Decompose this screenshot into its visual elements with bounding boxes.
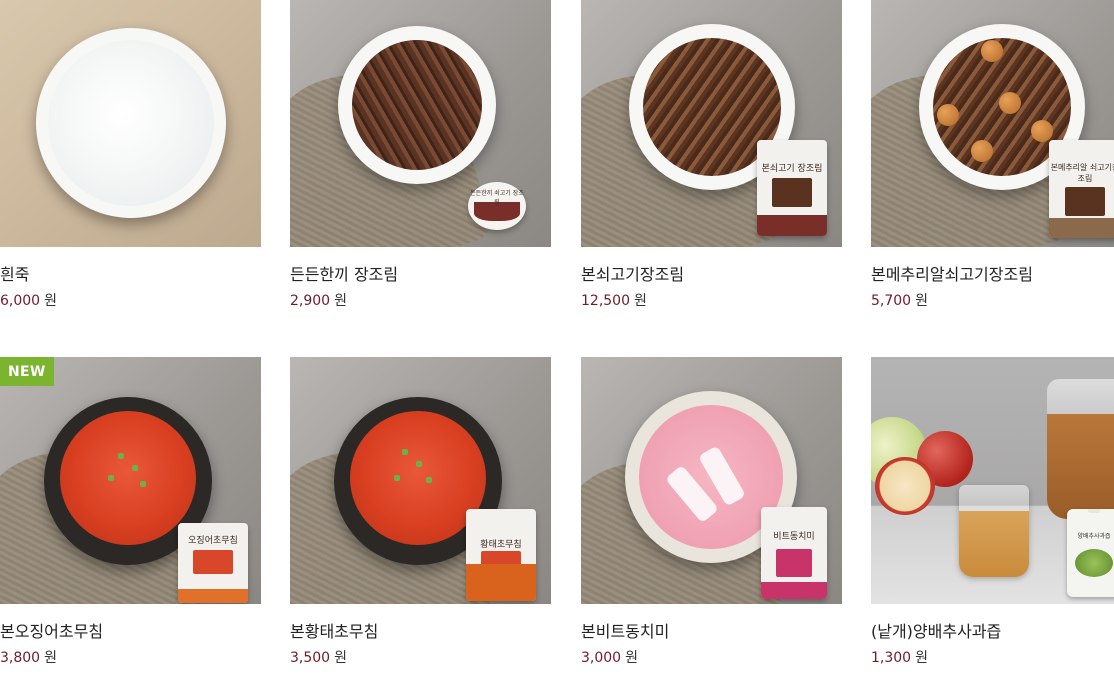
price-currency: 원 <box>44 293 57 309</box>
juice-jug-image <box>1047 379 1114 519</box>
package-image: 본메추리알 쇠고기장조림 <box>1049 140 1114 238</box>
product-image[interactable]: 비트동치미 <box>581 357 842 604</box>
product-image[interactable] <box>0 0 261 247</box>
price-value: 12,500 <box>581 293 630 309</box>
product-image[interactable]: 본메추리알 쇠고기장조림 <box>871 0 1114 247</box>
product-price: 12,500 원 <box>581 290 647 310</box>
product-name[interactable]: 흰죽 <box>0 261 29 285</box>
price-currency: 원 <box>625 650 638 666</box>
product-card-beet-dongchimi[interactable]: 비트동치미 본비트동치미 3,000 원 <box>581 357 842 687</box>
package-image: 황태초무침 <box>466 509 536 601</box>
product-name[interactable]: 본비트동치미 <box>581 618 669 642</box>
price-value: 1,300 <box>871 650 912 666</box>
product-name[interactable]: 본황태초무침 <box>290 618 378 642</box>
product-grid: 흰죽 6,000 원 든든한끼 쇠고기 장조림 든든한끼 장조림 2,900 원 본… <box>0 0 1114 684</box>
package-image: 본쇠고기 장조림 <box>757 140 827 236</box>
product-card-hearty-jangjorim[interactable]: 든든한끼 쇠고기 장조림 든든한끼 장조림 2,900 원 <box>290 0 551 330</box>
juice-pouch-image: 양배추사과즙 <box>1067 509 1114 597</box>
porridge-image <box>48 40 214 206</box>
price-currency: 원 <box>915 650 928 666</box>
product-card-cabbage-apple-juice[interactable]: 양배추사과즙 (낱개)양배추사과즙 1,300 원 <box>871 357 1114 687</box>
product-image[interactable]: 오징어초무침 NEW <box>0 357 261 604</box>
jangjorim-image <box>352 40 482 170</box>
package-label: 비트동치미 <box>773 532 815 543</box>
product-card-beef-jangjorim[interactable]: 본쇠고기 장조림 본쇠고기장조림 12,500 원 <box>581 0 842 330</box>
juice-glass-image <box>959 485 1029 577</box>
product-price: 2,900 원 <box>290 290 347 310</box>
product-price: 3,500 원 <box>290 647 347 667</box>
package-label: 본쇠고기 장조림 <box>761 164 823 175</box>
price-currency: 원 <box>915 293 928 309</box>
product-price: 3,000 원 <box>581 647 638 667</box>
product-price: 1,300 원 <box>871 647 928 667</box>
product-card-white-porridge[interactable]: 흰죽 6,000 원 <box>0 0 261 330</box>
product-card-quail-egg-jangjorim[interactable]: 본메추리알 쇠고기장조림 본메추리알쇠고기장조림 5,700 원 <box>871 0 1114 330</box>
package-cup-image: 든든한끼 쇠고기 장조림 <box>468 182 526 230</box>
product-name[interactable]: 본메추리알쇠고기장조림 <box>871 261 1033 285</box>
product-price: 3,800 원 <box>0 647 57 667</box>
package-label: 본메추리알 쇠고기장조림 <box>1050 162 1114 183</box>
product-name[interactable]: 든든한끼 장조림 <box>290 261 398 285</box>
product-card-squid-chomuchim[interactable]: 오징어초무침 NEW 본오징어초무침 3,800 원 <box>0 357 261 687</box>
product-image[interactable]: 든든한끼 쇠고기 장조림 <box>290 0 551 247</box>
package-image: 비트동치미 <box>761 507 827 599</box>
product-name[interactable]: 본쇠고기장조림 <box>581 261 684 285</box>
price-value: 6,000 <box>0 293 41 309</box>
price-value: 2,900 <box>290 293 331 309</box>
price-value: 3,000 <box>581 650 622 666</box>
product-price: 6,000 원 <box>0 290 57 310</box>
price-value: 5,700 <box>871 293 912 309</box>
package-label: 든든한끼 쇠고기 장조림 <box>470 190 524 206</box>
product-name[interactable]: (낱개)양배추사과즙 <box>871 618 1001 642</box>
new-badge: NEW <box>0 357 54 386</box>
price-value: 3,500 <box>290 650 331 666</box>
apple-half-image <box>875 457 935 515</box>
package-label: 황태초무침 <box>480 539 522 550</box>
product-image[interactable]: 양배추사과즙 <box>871 357 1114 604</box>
package-image: 오징어초무침 <box>178 523 248 603</box>
package-label: 양배추사과즙 <box>1077 533 1111 540</box>
product-name[interactable]: 본오징어초무침 <box>0 618 103 642</box>
product-image[interactable]: 본쇠고기 장조림 <box>581 0 842 247</box>
product-price: 5,700 원 <box>871 290 928 310</box>
product-image[interactable]: 황태초무침 <box>290 357 551 604</box>
price-currency: 원 <box>634 293 647 309</box>
chomuchim-image <box>60 411 196 545</box>
price-currency: 원 <box>44 650 57 666</box>
product-card-pollack-chomuchim[interactable]: 황태초무침 본황태초무침 3,500 원 <box>290 357 551 687</box>
price-currency: 원 <box>334 293 347 309</box>
price-value: 3,800 <box>0 650 41 666</box>
price-currency: 원 <box>334 650 347 666</box>
package-label: 오징어초무침 <box>188 535 238 546</box>
